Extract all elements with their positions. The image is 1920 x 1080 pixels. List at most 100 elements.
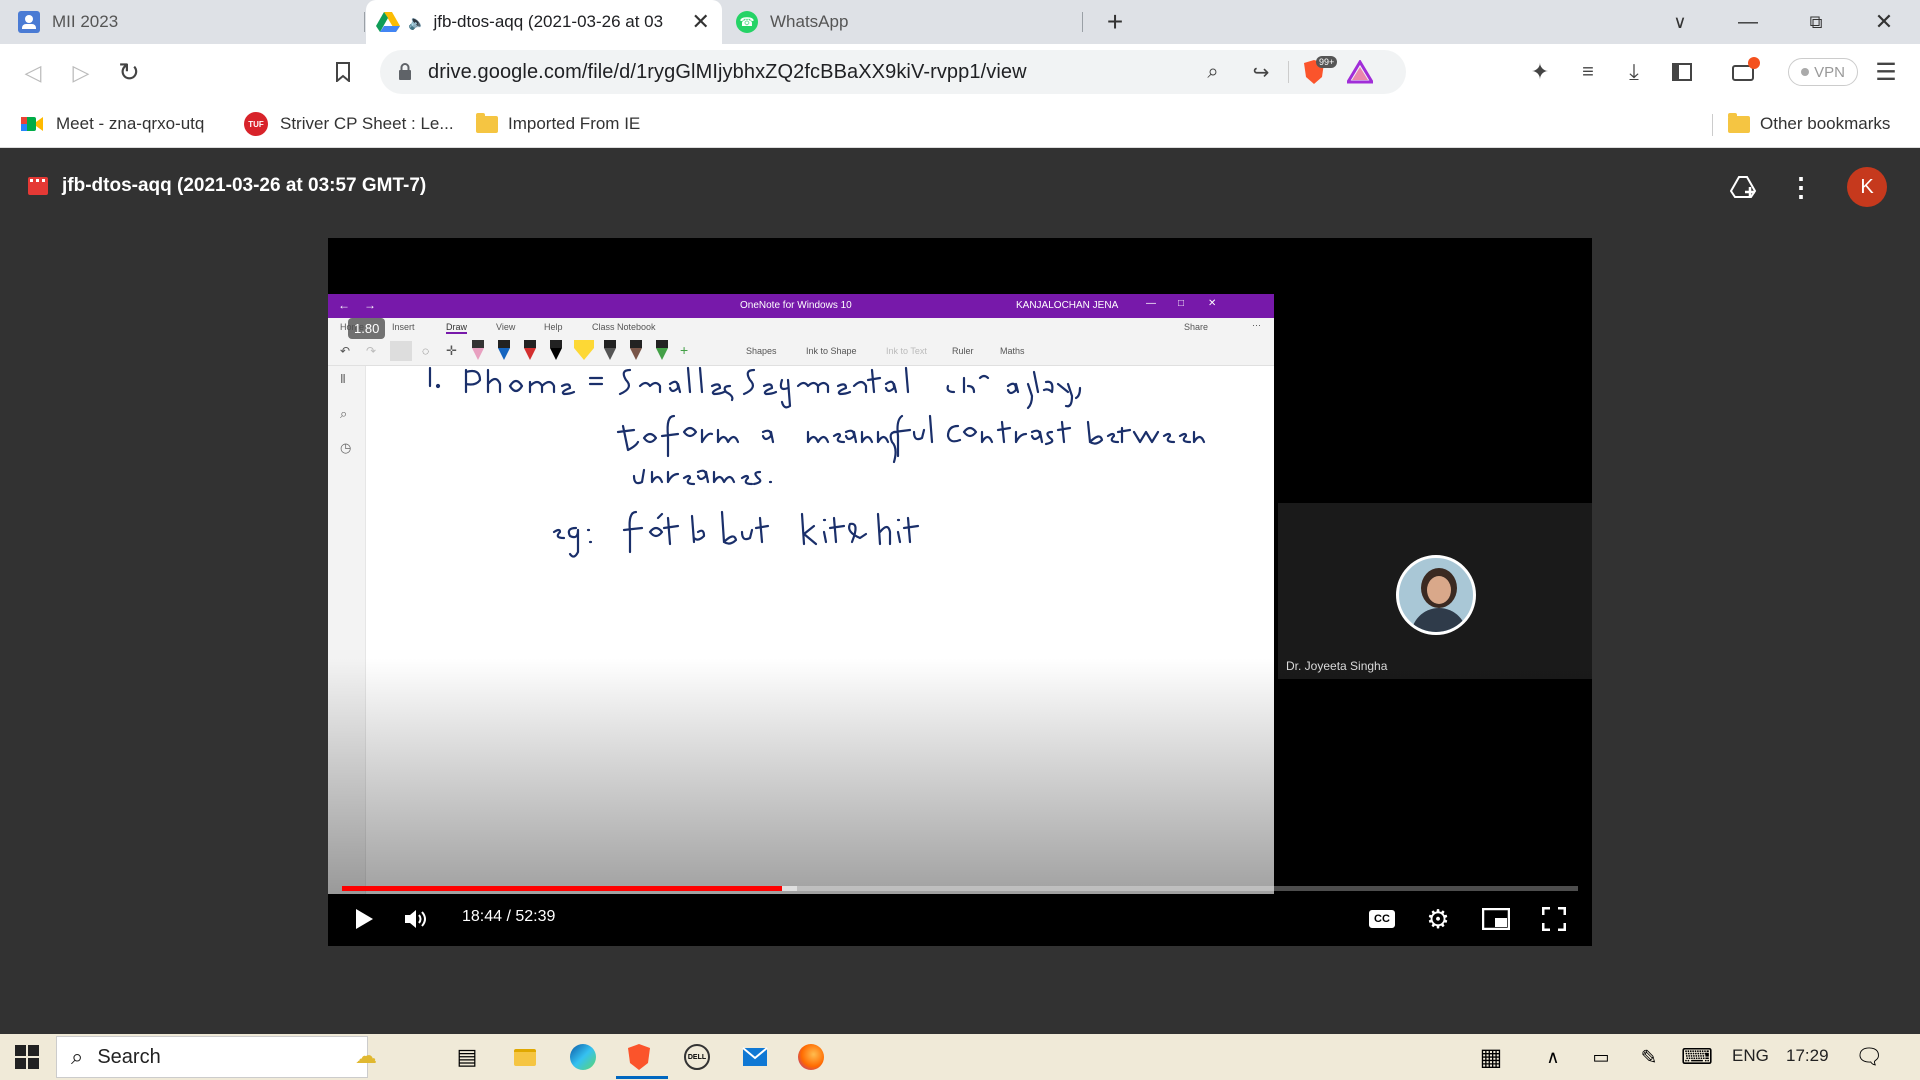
forward-button[interactable]: ▷ (66, 58, 96, 88)
restore-button[interactable]: ⧉ (1786, 0, 1846, 44)
minimize-button[interactable]: — (1718, 0, 1778, 44)
video-progress-bar[interactable] (342, 886, 1578, 891)
brave-rewards-icon[interactable] (1346, 58, 1374, 86)
pen-workspace-icon[interactable]: ✎ (1632, 1040, 1666, 1074)
ruler-label: Ruler (952, 346, 974, 356)
touch-keyboard-icon[interactable]: ⌨ (1680, 1040, 1714, 1074)
close-window-button[interactable]: ✕ (1854, 0, 1914, 44)
edge-icon[interactable] (566, 1040, 600, 1074)
video-time: 18:44 / 52:39 (462, 908, 556, 925)
bookmark-label: Meet - zna-qrxo-utq (56, 114, 205, 133)
more-actions-icon[interactable]: ⋮ (1786, 171, 1816, 203)
clock[interactable]: 17:29 (1786, 1046, 1829, 1066)
bookmark-label: Striver CP Sheet : Le... (280, 114, 454, 133)
browser-toolbar: ◁ ▷ ↻ drive.google.com/file/d/1rygGlMIjy… (0, 44, 1920, 100)
gear-icon: ⚙ (1426, 903, 1450, 934)
pen-red-icon (524, 340, 536, 362)
maths-label: Maths (1000, 346, 1025, 356)
wallet-icon[interactable] (1728, 57, 1760, 87)
taskbar-search[interactable]: ⌕ Search ☁ (56, 1036, 377, 1078)
other-bookmarks[interactable]: Other bookmarks (1728, 110, 1890, 138)
bookmark-meet[interactable]: Meet - zna-qrxo-utq (20, 110, 204, 138)
search-icon: ⌕ (71, 1044, 84, 1069)
sidebar-toggle-icon[interactable] (1666, 57, 1698, 87)
add-to-drive-button[interactable] (1728, 171, 1760, 203)
windows-logo-icon (15, 1045, 39, 1069)
menu-draw: Draw (446, 322, 468, 334)
task-view-icon[interactable]: ▤ (450, 1040, 484, 1074)
bookmark-page-button[interactable] (328, 57, 358, 87)
vpn-button[interactable]: VPN (1788, 58, 1858, 86)
file-explorer-icon[interactable] (508, 1040, 542, 1074)
google-drive-icon (376, 12, 400, 32)
forward-arrow-icon: → (364, 298, 376, 312)
address-bar[interactable]: drive.google.com/file/d/1rygGlMIjybhxZQ2… (380, 50, 1406, 94)
bookmarks-divider (1712, 114, 1713, 136)
tab-label: jfb-dtos-aqq (2021-03-26 at 03 (433, 12, 664, 31)
share-icon[interactable]: ↪ (1248, 59, 1274, 85)
battery-icon[interactable]: ▭ (1584, 1040, 1618, 1074)
tuf-icon: TUF (244, 112, 268, 136)
onenote-draw-toolbar: ↶ ↷ ◌ ✛ + Shapes Ink to Shape Ink to Tex… (328, 336, 1274, 366)
onenote-window-title: OneNote for Windows 10 (740, 300, 852, 311)
tab-label: MII 2023 (52, 12, 119, 31)
tab-search-chevron-icon[interactable]: ∨ (1650, 0, 1710, 44)
volume-icon (405, 910, 426, 928)
vpn-label: VPN (1814, 63, 1845, 81)
pen-brown-icon (630, 340, 642, 362)
brave-shields-icon[interactable]: 99+ (1300, 56, 1338, 86)
ink-to-shape-label: Ink to Shape (806, 346, 857, 356)
miniplayer-button[interactable] (1476, 902, 1516, 936)
reload-button[interactable]: ↻ (114, 57, 144, 87)
bookmarks-bar: Meet - zna-qrxo-utq TUF Striver CP Sheet… (0, 100, 1920, 148)
captions-icon: CC (1369, 910, 1395, 928)
video-file-icon (28, 177, 48, 195)
browser-menu-icon[interactable]: ☰ (1872, 57, 1900, 87)
notifications-icon[interactable]: 🗨 (1852, 1040, 1886, 1074)
extensions-icon[interactable]: ✦ (1524, 57, 1556, 87)
tab-strip: MII 2023 🔈 jfb-dtos-aqq (2021-03-26 at 0… (0, 0, 1920, 44)
lock-icon (399, 63, 411, 80)
new-tab-button[interactable]: + (1085, 0, 1145, 44)
start-button[interactable] (10, 1040, 44, 1074)
folder-icon (476, 112, 498, 133)
media-controls-icon[interactable]: ≡ (1572, 57, 1604, 87)
participant-tile: Dr. Joyeeta Singha (1278, 503, 1592, 679)
dell-icon[interactable]: DELL (680, 1040, 714, 1074)
redo-icon: ↷ (366, 344, 377, 358)
brave-icon[interactable] (622, 1040, 656, 1074)
avatar[interactable]: K (1847, 167, 1887, 207)
back-button[interactable]: ◁ (18, 58, 48, 88)
fullscreen-button[interactable] (1534, 902, 1574, 936)
search-placeholder: Search (97, 1045, 161, 1068)
active-app-indicator (616, 1076, 668, 1079)
tab-drive-video[interactable]: 🔈 jfb-dtos-aqq (2021-03-26 at 03 ✕ (366, 0, 722, 44)
settings-button[interactable]: ⚙ (1418, 902, 1458, 936)
mail-icon[interactable] (738, 1040, 772, 1074)
recent-icon: ◷ (340, 440, 352, 455)
firefox-icon[interactable] (794, 1040, 828, 1074)
news-widget-icon[interactable]: ▦ (1474, 1040, 1508, 1074)
lasso-icon (390, 341, 412, 361)
tab-divider (1082, 12, 1083, 32)
show-hidden-icons-chevron[interactable]: ∧ (1536, 1040, 1570, 1074)
participant-name: Dr. Joyeeta Singha (1286, 659, 1388, 673)
onenote-menubar: Home Insert Draw View Help Class Noteboo… (328, 318, 1274, 336)
downloads-icon[interactable]: ⤓ (1618, 57, 1650, 87)
captions-button[interactable]: CC (1362, 902, 1402, 936)
bookmark-striver[interactable]: TUF Striver CP Sheet : Le... (244, 110, 454, 138)
input-language[interactable]: ENG (1732, 1046, 1769, 1066)
pen-blue-icon (498, 340, 510, 362)
bookmark-imported-from-ie[interactable]: Imported From IE (476, 110, 640, 138)
audio-playing-icon[interactable]: 🔈 (408, 14, 425, 31)
tab-mii-2023[interactable]: MII 2023 (8, 0, 360, 44)
play-button[interactable] (346, 902, 382, 936)
volume-button[interactable] (398, 902, 434, 936)
search-icon: ⌕ (340, 406, 348, 421)
close-tab-icon[interactable]: ✕ (691, 9, 709, 35)
zoom-icon[interactable]: ⌕ (1200, 59, 1226, 85)
tab-whatsapp[interactable]: ☎ WhatsApp (732, 0, 1082, 44)
video-player[interactable]: ← → OneNote for Windows 10 KANJALOCHAN J… (328, 238, 1592, 946)
menu-insert: Insert (392, 322, 415, 332)
bookmark-icon (336, 62, 350, 82)
